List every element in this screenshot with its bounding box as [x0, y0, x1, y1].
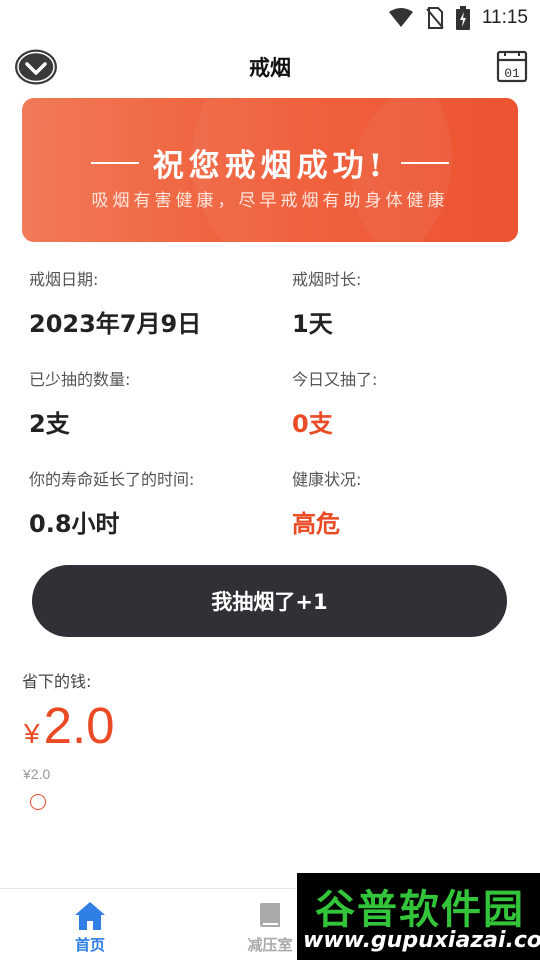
nav-label-home: 首页 — [74, 936, 105, 954]
book-icon — [260, 903, 280, 927]
life-extended-label: 你的寿命延长了的时间: — [29, 470, 195, 489]
quit-date-label: 戒烟日期: — [29, 270, 99, 289]
status-time: 11:15 — [481, 7, 528, 28]
watermark-url: www.gupuxiazai.com — [303, 928, 540, 953]
motivation-banner: 祝您戒烟成功! 吸烟有害健康，尽早戒烟有助身体健康 — [22, 98, 518, 242]
app-header: 戒烟 01 — [0, 36, 540, 98]
smoked-today-label: 今日又抽了: — [292, 370, 378, 389]
money-saved-amount: ¥ 2.0 — [24, 696, 114, 755]
calendar-icon[interactable]: 01 — [496, 49, 528, 83]
home-icon — [75, 902, 105, 930]
money-saved-small: ¥2.0 — [23, 766, 51, 782]
smoked-today-value: 0支 — [292, 410, 333, 438]
quit-date-value: 2023年7月9日 — [29, 310, 202, 338]
fewer-smoked-label: 已少抽的数量: — [29, 370, 131, 389]
nav-item-home[interactable]: 首页 — [30, 889, 150, 960]
health-status-value: 高危 — [292, 510, 340, 538]
watermark: 谷普软件园 www.gupuxiazai.com — [295, 873, 540, 960]
life-extended-value: 0.8小时 — [29, 510, 120, 538]
banner-divider — [90, 161, 139, 164]
banner-divider — [401, 161, 450, 164]
wifi-icon — [388, 8, 413, 27]
smoked-one-button[interactable]: 我抽烟了+1 — [32, 565, 507, 637]
battery-charging-icon — [455, 6, 470, 30]
banner-title-row: 祝您戒烟成功! — [22, 140, 518, 185]
page-title: 戒烟 — [249, 56, 291, 80]
no-sim-icon — [426, 7, 444, 29]
quit-duration-value: 1天 — [292, 310, 333, 338]
watermark-title: 谷普软件园 — [315, 887, 525, 933]
status-bar: 11:15 — [0, 0, 540, 36]
currency-symbol: ¥ — [24, 718, 40, 749]
money-saved-label: 省下的钱: — [22, 672, 92, 691]
circle-marker-icon — [30, 794, 46, 810]
banner-title: 祝您戒烟成功! — [152, 148, 388, 184]
fewer-smoked-value: 2支 — [29, 410, 70, 438]
quit-duration-label: 戒烟时长: — [292, 270, 362, 289]
health-status-label: 健康状况: — [292, 470, 362, 489]
svg-text:01: 01 — [504, 66, 520, 81]
status-icons: 11:15 — [388, 5, 528, 31]
banner-subtitle: 吸烟有害健康，尽早戒烟有助身体健康 — [91, 191, 449, 211]
money-saved-value: 2.0 — [43, 697, 115, 754]
